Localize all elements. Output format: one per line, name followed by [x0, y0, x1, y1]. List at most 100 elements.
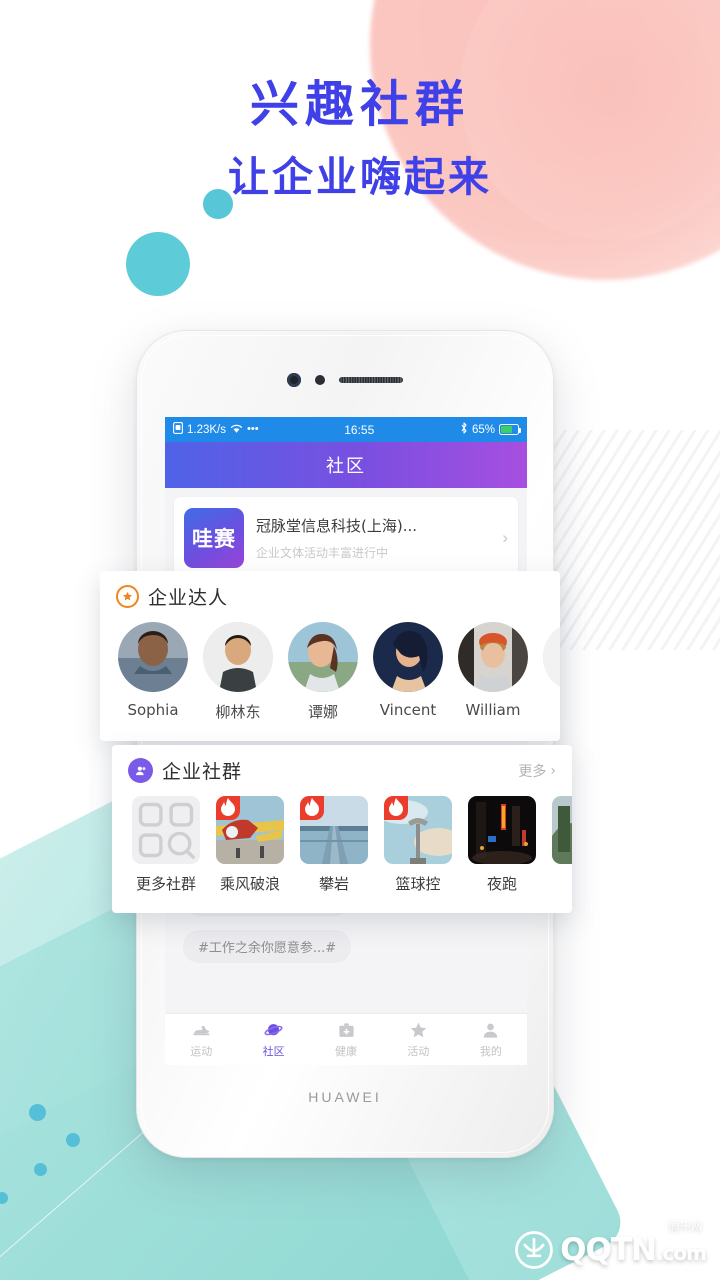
tab-label: 活动 — [407, 1044, 430, 1058]
watermark: QQTN.com 腾牛网 — [514, 1215, 708, 1270]
talent-name: 柳林东 — [215, 703, 261, 721]
tab-label: 社区 — [262, 1044, 285, 1058]
watermark-name: QQTN — [560, 1232, 657, 1268]
card-title: 企业社群 — [162, 761, 243, 783]
phone-top-sensors — [137, 373, 553, 387]
group-name: 攀岩 — [318, 875, 349, 893]
more-label: 更多 — [518, 763, 547, 780]
group-thumbnail — [216, 796, 284, 864]
talent-item-partial[interactable] — [543, 622, 560, 722]
group-thumbnail — [384, 796, 452, 864]
person-icon — [481, 1021, 500, 1040]
group-item-partial[interactable] — [552, 796, 572, 894]
headline-block: 兴趣社群 让企业嗨起来 — [0, 76, 720, 201]
group-item-more[interactable]: 更多社群 — [132, 796, 200, 894]
front-camera-icon — [287, 373, 301, 387]
planet-icon — [264, 1021, 283, 1040]
navbar-title: 社区 — [326, 456, 366, 477]
group-thumbnail — [132, 796, 200, 864]
avatar — [288, 622, 358, 692]
company-subtitle: 企业文体活动丰富进行中 — [256, 546, 389, 560]
more-dots-icon: ••• — [247, 423, 259, 435]
group-thumbnail — [468, 796, 536, 864]
avatar — [118, 622, 188, 692]
dot-decoration — [66, 1133, 80, 1147]
talent-list: Sophia 柳林东 谭娜 Vincent William — [100, 614, 560, 722]
card-title: 企业达人 — [148, 587, 229, 609]
tab-health[interactable]: 健康 — [310, 1014, 382, 1065]
dot-decoration — [34, 1163, 47, 1176]
tab-community[interactable]: 社区 — [237, 1014, 309, 1065]
headline-line-2: 让企业嗨起来 — [228, 152, 492, 201]
avatar — [373, 622, 443, 692]
flame-icon — [300, 796, 324, 820]
group-name: 夜跑 — [486, 875, 517, 893]
talent-name: William — [465, 701, 521, 719]
tab-activity[interactable]: 活动 — [382, 1014, 454, 1065]
earpiece-speaker-icon — [339, 377, 403, 383]
group-list: 更多社群 乘风破浪 攀岩 篮球控 夜跑 — [112, 788, 572, 894]
company-name: 冠脉堂信息科技(上海)... — [256, 517, 418, 535]
battery-charging-icon — [499, 424, 521, 435]
avatar — [458, 622, 528, 692]
grid-search-icon — [132, 796, 200, 864]
chevron-right-icon: › — [502, 528, 508, 547]
app-navbar: 社区 — [165, 442, 527, 488]
chevron-right-icon: › — [550, 762, 556, 779]
avatar — [203, 622, 273, 692]
group-name: 更多社群 — [135, 875, 196, 893]
star-icon — [409, 1021, 428, 1040]
enterprise-talent-card: 企业达人 Sophia 柳林东 谭娜 Vincent William — [100, 571, 560, 741]
card-header: 企业达人 — [100, 571, 560, 614]
card-header: 企业社群 更多 › — [112, 745, 572, 788]
more-link[interactable]: 更多 › — [518, 761, 556, 781]
running-shoe-icon — [192, 1021, 211, 1040]
talent-name: Sophia — [127, 701, 179, 719]
phone-mockup: 1.23K/s ••• 16:55 65% 社区 哇赛 冠脉堂信息科技(上海).… — [136, 330, 554, 1158]
talent-item[interactable]: William — [458, 622, 528, 722]
group-thumbnail — [552, 796, 572, 864]
network-speed-label: 1.23K/s — [187, 423, 226, 436]
group-name: 篮球控 — [395, 875, 441, 893]
talent-name: Vincent — [379, 701, 437, 719]
talent-item[interactable]: Vincent — [373, 622, 443, 722]
talent-item[interactable]: 柳林东 — [203, 622, 273, 722]
group-item[interactable]: 攀岩 — [300, 796, 368, 894]
medical-kit-icon — [337, 1021, 356, 1040]
watermark-text: QQTN.com 腾牛网 — [560, 1215, 708, 1268]
talent-item[interactable]: Sophia — [118, 622, 188, 722]
avatar — [543, 622, 560, 692]
group-item[interactable]: 篮球控 — [384, 796, 452, 894]
star-badge-icon — [116, 585, 139, 608]
tab-sports[interactable]: 运动 — [165, 1014, 237, 1065]
group-person-icon — [128, 758, 153, 783]
hashtag-pill[interactable]: #工作之余你愿意参...# — [183, 930, 352, 963]
sim-card-icon — [173, 422, 183, 437]
enterprise-groups-card: 企业社群 更多 › 更多社群 乘风破浪 攀岩 篮球控 夜跑 — [112, 745, 572, 913]
phone-screen: 1.23K/s ••• 16:55 65% 社区 哇赛 冠脉堂信息科技(上海).… — [165, 417, 527, 1065]
group-item[interactable]: 夜跑 — [468, 796, 536, 894]
company-card[interactable]: 哇赛 冠脉堂信息科技(上海)... 企业文体活动丰富进行中 › — [174, 497, 518, 579]
flame-icon — [384, 796, 408, 820]
status-bar: 1.23K/s ••• 16:55 65% — [165, 417, 527, 442]
bluetooth-icon — [460, 422, 468, 437]
group-thumbnail — [300, 796, 368, 864]
tab-label: 我的 — [479, 1044, 502, 1058]
flame-icon — [216, 796, 240, 820]
watermark-suffix: .com — [655, 1241, 707, 1265]
teal-circle-large-decoration — [126, 232, 190, 296]
phone-brand-label: HUAWEI — [308, 1089, 382, 1105]
company-logo: 哇赛 — [184, 508, 244, 568]
talent-item[interactable]: 谭娜 — [288, 622, 358, 722]
headline-line-1: 兴趣社群 — [249, 76, 470, 133]
wifi-icon — [230, 423, 243, 437]
qqtn-logo-icon — [514, 1230, 554, 1270]
proximity-sensor-icon — [315, 375, 325, 385]
group-item[interactable]: 乘风破浪 — [216, 796, 284, 894]
tab-label: 健康 — [335, 1044, 358, 1058]
clock-label: 16:55 — [344, 422, 375, 437]
watermark-badge: 腾牛网 — [663, 1215, 708, 1235]
tab-mine[interactable]: 我的 — [455, 1014, 527, 1065]
dot-decoration — [29, 1104, 46, 1121]
talent-name: 谭娜 — [307, 703, 338, 721]
